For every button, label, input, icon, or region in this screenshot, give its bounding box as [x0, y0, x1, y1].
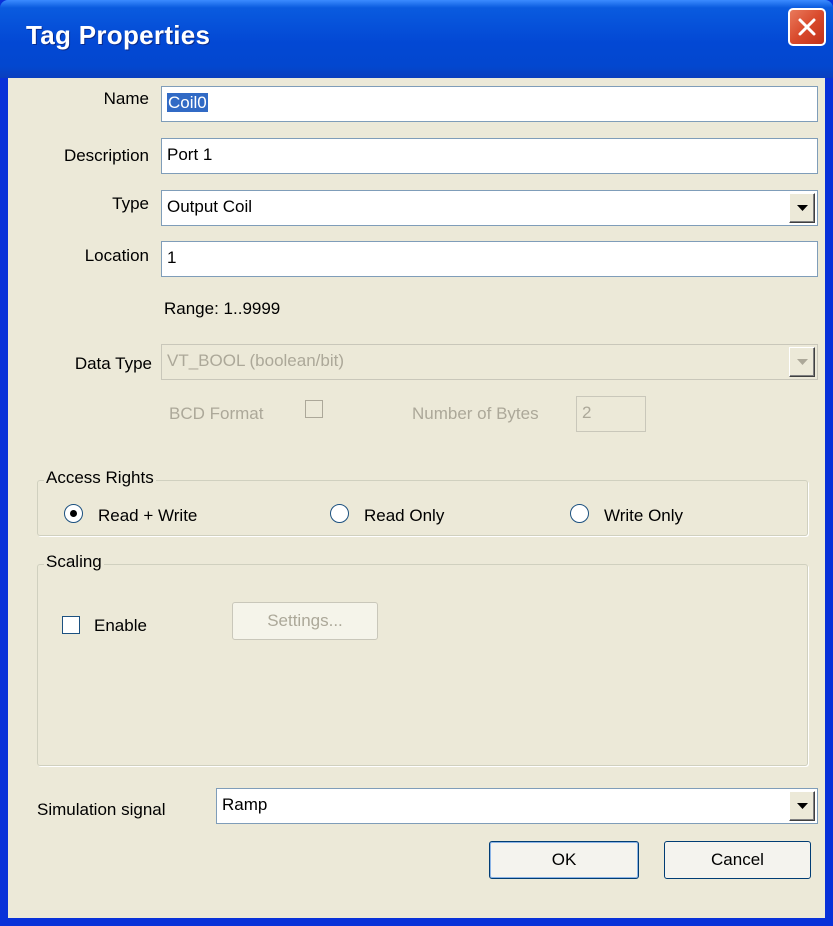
location-range-text: Range: 1..9999 — [164, 299, 281, 318]
chevron-down-icon — [797, 803, 808, 809]
bcd-format-checkbox[interactable] — [305, 400, 323, 418]
type-dropdown-button[interactable] — [789, 193, 815, 223]
data-type-value: VT_BOOL (boolean/bit) — [167, 351, 345, 370]
write-only-label[interactable]: Write Only — [604, 506, 683, 526]
description-input[interactable]: Port 1 — [161, 138, 818, 174]
chevron-down-icon — [797, 359, 808, 365]
ok-button[interactable]: OK — [489, 841, 639, 879]
location-input[interactable]: 1 — [161, 241, 818, 277]
read-write-radio[interactable] — [64, 504, 83, 523]
dialog-window: Tag Properties Name Coil0 Description Po… — [0, 0, 833, 926]
close-icon — [798, 18, 816, 36]
radio-selected-dot — [70, 510, 77, 517]
dialog-title: Tag Properties — [26, 20, 211, 50]
title-bar[interactable]: Tag Properties — [0, 0, 833, 78]
location-label: Location — [84, 246, 149, 265]
close-button[interactable] — [788, 8, 826, 46]
scaling-group: Scaling — [37, 552, 808, 766]
number-of-bytes-label: Number of Bytes — [412, 404, 539, 423]
type-label: Type — [112, 194, 149, 213]
chevron-down-icon — [797, 205, 808, 211]
write-only-radio[interactable] — [570, 504, 589, 523]
scaling-enable-label[interactable]: Enable — [94, 616, 147, 636]
scaling-enable-checkbox[interactable] — [62, 616, 80, 634]
dialog-body: Name Coil0 Description Port 1 Type Outpu… — [8, 78, 825, 918]
description-label: Description — [63, 146, 149, 165]
cancel-button[interactable]: Cancel — [664, 841, 811, 879]
read-only-label[interactable]: Read Only — [364, 506, 444, 526]
data-type-select[interactable]: VT_BOOL (boolean/bit) — [161, 344, 818, 380]
scaling-title: Scaling — [44, 552, 104, 572]
scaling-settings-button[interactable]: Settings... — [232, 602, 378, 640]
type-select[interactable]: Output Coil — [161, 190, 818, 226]
name-value: Coil0 — [167, 93, 208, 112]
access-rights-title: Access Rights — [44, 468, 156, 488]
simulation-dropdown-button[interactable] — [789, 791, 815, 821]
number-of-bytes-input[interactable]: 2 — [576, 396, 646, 432]
data-type-dropdown-button[interactable] — [789, 347, 815, 377]
simulation-signal-select[interactable]: Ramp — [216, 788, 818, 824]
name-label: Name — [103, 89, 149, 108]
simulation-signal-value: Ramp — [222, 795, 268, 814]
type-value: Output Coil — [167, 197, 253, 216]
bcd-format-label: BCD Format — [169, 404, 264, 423]
read-only-radio[interactable] — [330, 504, 349, 523]
read-write-label[interactable]: Read + Write — [98, 506, 197, 526]
simulation-signal-label: Simulation signal — [37, 800, 166, 819]
name-input[interactable]: Coil0 — [161, 86, 818, 122]
data-type-label: Data Type — [74, 354, 152, 373]
